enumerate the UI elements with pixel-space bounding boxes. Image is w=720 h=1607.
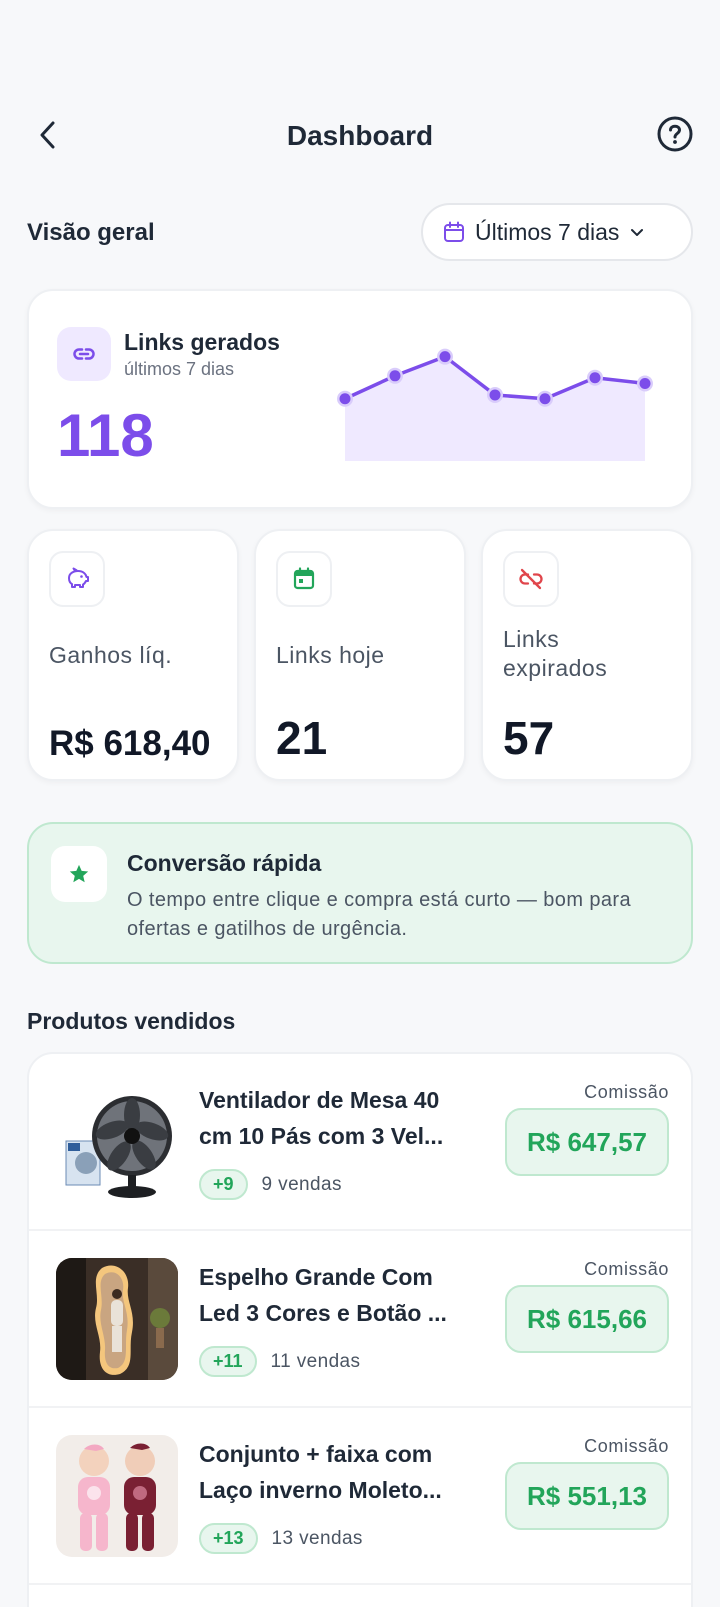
product-thumbnail xyxy=(56,1435,178,1557)
product-meta: +13 13 vendas xyxy=(199,1523,363,1554)
products-section-title: Produtos vendidos xyxy=(27,1008,236,1034)
sales-text: 13 vendas xyxy=(271,1527,363,1549)
commission-label: Comissão xyxy=(584,1436,669,1456)
stat-value: R$ 618,40 xyxy=(49,724,211,763)
sales-count-badge: +11 xyxy=(199,1346,257,1377)
kids-outfit-product-image xyxy=(56,1435,178,1557)
sparkline-point xyxy=(389,370,401,382)
stat-label: Links expirados xyxy=(503,626,608,681)
product-thumbnail xyxy=(56,1081,178,1203)
links-today-card[interactable]: Links hoje 21 xyxy=(254,529,466,781)
commission-label: Comissão xyxy=(584,1082,669,1102)
top-bar: Dashboard xyxy=(0,105,720,165)
expired-links-card[interactable]: Links expirados 57 xyxy=(481,529,693,781)
star-icon xyxy=(51,846,107,902)
commission-value: R$ 615,66 xyxy=(505,1285,669,1353)
sparkline-point xyxy=(339,393,351,405)
products-list: Ventilador de Mesa 40 cm 10 Pás com 3 Ve… xyxy=(27,1052,693,1607)
fan-product-image xyxy=(56,1081,178,1203)
list-item[interactable]: Ventilador de Mesa 40 cm 10 Pás com 3 Ve… xyxy=(29,1054,691,1231)
product-meta: +11 11 vendas xyxy=(199,1346,360,1377)
stat-value: 57 xyxy=(503,712,555,764)
date-range-select[interactable]: Últimos 7 dias xyxy=(421,203,693,261)
product-name: Conjunto + faixa com Laço inverno Moleto… xyxy=(199,1441,442,1503)
product-thumbnail xyxy=(56,1258,178,1380)
links-trend-sparkline xyxy=(337,348,653,461)
overview-label: Visão geral xyxy=(27,219,155,246)
sales-text: 11 vendas xyxy=(270,1350,361,1372)
sales-count-badge: +13 xyxy=(199,1523,258,1554)
links-generated-card[interactable]: Links gerados últimos 7 dias 118 xyxy=(27,289,693,509)
sales-text: 9 vendas xyxy=(261,1173,342,1195)
quick-conversion-insight: Conversão rápida O tempo entre clique e … xyxy=(27,822,693,964)
calendar-icon xyxy=(276,551,332,607)
insight-text: O tempo entre clique e compra está curto… xyxy=(127,889,631,940)
sparkline-point xyxy=(589,372,601,384)
commission-label: Comissão xyxy=(584,1259,669,1279)
mirror-product-image xyxy=(56,1258,178,1380)
sparkline-point xyxy=(539,393,551,405)
sparkline-point xyxy=(639,377,651,389)
insight-title: Conversão rápida xyxy=(127,850,322,876)
chevron-down-icon xyxy=(631,229,644,236)
commission-value: R$ 551,13 xyxy=(505,1462,669,1530)
help-circle-icon xyxy=(657,116,693,152)
page-title: Dashboard xyxy=(286,120,434,151)
piggy-bank-icon xyxy=(49,551,105,607)
overview-row: Visão geral Últimos 7 dias xyxy=(27,203,693,261)
sparkline-point xyxy=(489,389,501,401)
list-item[interactable]: Conjunto + faixa com Laço inverno Moleto… xyxy=(29,1408,691,1585)
calendar-icon xyxy=(444,221,464,242)
stat-label: Links hoje xyxy=(276,642,385,668)
help-button[interactable] xyxy=(656,115,694,153)
product-name: Ventilador de Mesa 40 cm 10 Pás com 3 Ve… xyxy=(199,1087,444,1149)
net-earnings-card[interactable]: Ganhos líq. R$ 618,40 xyxy=(27,529,239,781)
stat-value: 21 xyxy=(276,712,328,764)
stat-label: Ganhos líq. xyxy=(49,642,173,668)
date-range-label: Últimos 7 dias xyxy=(475,218,620,245)
link-off-icon xyxy=(503,551,559,607)
product-meta: +9 9 vendas xyxy=(199,1169,342,1200)
list-item[interactable]: Espelho Grande Com Led 3 Cores e Botão .… xyxy=(29,1231,691,1408)
commission-value: R$ 647,57 xyxy=(505,1108,669,1176)
sales-count-badge: +9 xyxy=(199,1169,248,1200)
sparkline-point xyxy=(439,351,451,363)
product-name: Espelho Grande Com Led 3 Cores e Botão .… xyxy=(199,1264,447,1326)
